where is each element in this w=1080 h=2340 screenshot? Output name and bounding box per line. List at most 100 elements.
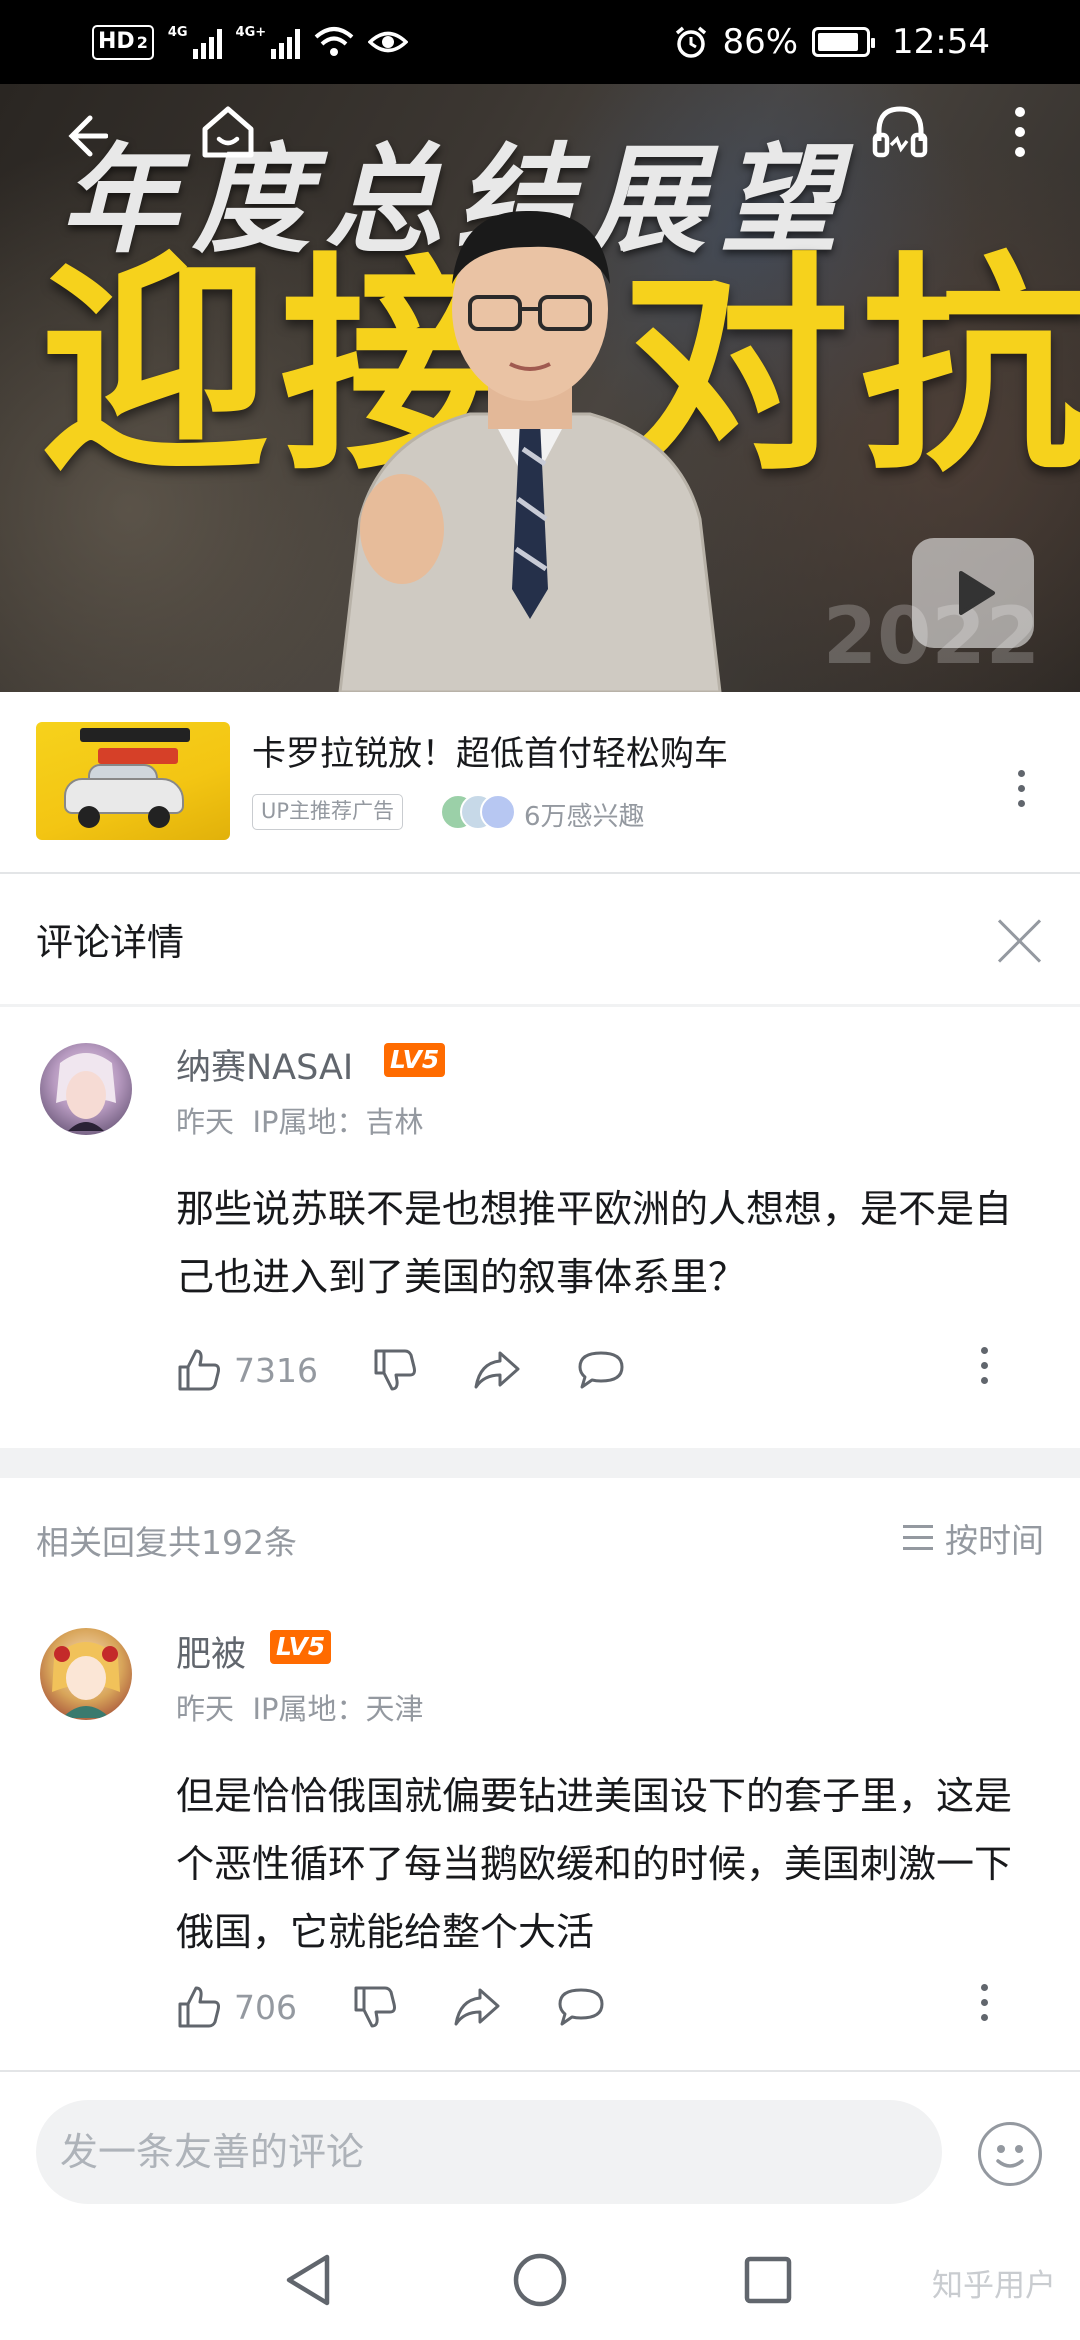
ad-more-button[interactable] bbox=[1016, 770, 1026, 807]
play-button[interactable] bbox=[912, 538, 1034, 648]
reply-ip-location: IP属地：天津 bbox=[252, 1692, 424, 1726]
comment-username[interactable]: 纳赛NASAI bbox=[176, 1039, 353, 1090]
headphones-icon bbox=[872, 106, 928, 158]
reply-button[interactable] bbox=[576, 1345, 626, 1395]
like-count: 7316 bbox=[234, 1350, 318, 1390]
wifi-icon bbox=[314, 27, 354, 56]
ad-interest-count: 6万感兴趣 bbox=[524, 802, 645, 832]
ad-title[interactable]: 卡罗拉锐放！超低首付轻松购车 bbox=[252, 726, 728, 775]
presenter-figure bbox=[338, 210, 722, 692]
ad-thumb-ribbon-red bbox=[98, 748, 178, 764]
ad-tag: UP主推荐广告 bbox=[252, 794, 404, 830]
eye-icon bbox=[368, 31, 409, 53]
thumbs-down-icon bbox=[374, 1349, 416, 1391]
share-button[interactable] bbox=[452, 1982, 502, 2032]
page-title: 评论详情 bbox=[36, 921, 184, 964]
reply-username[interactable]: 肥被 bbox=[176, 1626, 246, 1677]
comment-actions: 7316 bbox=[176, 1345, 1026, 1395]
play-icon bbox=[959, 571, 995, 615]
status-left: HD 2 4G 4G+ bbox=[92, 22, 409, 62]
emoji-button[interactable] bbox=[978, 2122, 1042, 2186]
dislike-button[interactable] bbox=[372, 1345, 418, 1395]
nav-recents-button[interactable] bbox=[732, 2244, 804, 2316]
comment-input-bar bbox=[0, 2070, 1080, 2220]
sort-button[interactable]: 按时间 bbox=[903, 1514, 1044, 1562]
reply-button[interactable] bbox=[556, 1982, 606, 2032]
status-bar: HD 2 4G 4G+ 86% 12:54 bbox=[0, 0, 1080, 84]
emoji-icon bbox=[996, 2145, 1024, 2168]
video-player[interactable]: 年度总结展望 迎接 对抗 2022 bbox=[0, 84, 1080, 692]
sort-icon bbox=[903, 1525, 933, 1551]
comment-input-wrapper[interactable] bbox=[36, 2100, 942, 2204]
like-button[interactable]: 7316 bbox=[176, 1345, 318, 1395]
main-comment: 纳赛NASAI LV5 昨天 IP属地：吉林 那些说苏联不是也想推平欧洲的人想想… bbox=[0, 1007, 1080, 1448]
hd-badge: HD 2 bbox=[92, 24, 154, 60]
avatar-image bbox=[56, 1053, 116, 1131]
comment-bubble-icon bbox=[578, 1351, 624, 1389]
share-button[interactable] bbox=[472, 1345, 522, 1395]
back-arrow-icon bbox=[68, 115, 108, 157]
alarm-icon bbox=[676, 26, 707, 58]
car-wheel bbox=[78, 806, 100, 828]
reply-time: 昨天 bbox=[176, 1692, 235, 1726]
like-count: 706 bbox=[234, 1987, 297, 2027]
share-icon bbox=[454, 1988, 500, 2026]
ad-thumb-ribbon bbox=[80, 728, 190, 742]
thumbs-up-icon bbox=[178, 1349, 220, 1391]
close-icon[interactable] bbox=[996, 916, 1044, 964]
home-button[interactable] bbox=[196, 100, 260, 164]
triangle-back-icon bbox=[286, 2254, 330, 2306]
sim2-label: 4G+ bbox=[235, 25, 267, 40]
comment-meta: 昨天 IP属地：吉林 bbox=[176, 1099, 424, 1141]
video-more-button[interactable] bbox=[1002, 100, 1038, 164]
like-button[interactable]: 706 bbox=[176, 1982, 297, 2032]
status-right: 86% 12:54 bbox=[674, 18, 990, 66]
more-icon bbox=[1017, 770, 1025, 777]
avatar[interactable] bbox=[40, 1043, 132, 1135]
section-gap bbox=[0, 1448, 1080, 1478]
battery-icon bbox=[812, 27, 876, 57]
avatar[interactable] bbox=[40, 1628, 132, 1720]
sim1-label: 4G bbox=[167, 25, 188, 40]
sim2-signal-icon: 4G+ bbox=[236, 25, 301, 59]
sim1-signal-icon: 4G bbox=[168, 25, 222, 59]
hd-label: HD bbox=[98, 28, 135, 54]
ad-thumbnail[interactable] bbox=[36, 722, 230, 840]
dislike-button[interactable] bbox=[352, 1982, 398, 2032]
reply-actions: 706 bbox=[176, 1982, 1026, 2032]
car-wheel bbox=[148, 806, 170, 828]
thumbs-down-icon bbox=[354, 1986, 396, 2028]
comment-more-button[interactable] bbox=[979, 1347, 989, 1384]
related-replies-bar: 相关回复共192条 按时间 bbox=[0, 1478, 1080, 1598]
related-reply-count: 相关回复共192条 bbox=[36, 1523, 297, 1562]
clock: 12:54 bbox=[892, 22, 990, 62]
comment-time: 昨天 bbox=[176, 1105, 235, 1139]
reply-more-button[interactable] bbox=[979, 1984, 989, 2021]
watermark: 知乎用户 bbox=[932, 2268, 1056, 2304]
reply-text: 但是恰恰俄国就偏要钻进美国设下的套子里，这是个恶性循环了每当鹅欧缓和的时候，美国… bbox=[176, 1774, 1013, 1954]
back-button[interactable] bbox=[52, 104, 116, 168]
comment-input[interactable] bbox=[60, 2100, 920, 2204]
comment-detail-header: 评论详情 bbox=[0, 874, 1080, 1004]
circle-home-icon bbox=[513, 2253, 567, 2307]
avatar bbox=[480, 794, 516, 830]
system-nav-bar: 知乎用户 bbox=[0, 2220, 1080, 2340]
reply-meta: 昨天 IP属地：天津 bbox=[176, 1686, 424, 1728]
share-icon bbox=[474, 1351, 520, 1389]
more-icon bbox=[1015, 107, 1025, 157]
more-icon bbox=[980, 1347, 988, 1354]
nav-back-button[interactable] bbox=[272, 2244, 344, 2316]
thumbs-up-icon bbox=[178, 1986, 220, 2028]
battery-percent: 86% bbox=[722, 22, 799, 62]
hd-sub: 2 bbox=[136, 32, 148, 52]
square-recents-icon bbox=[744, 2256, 792, 2304]
level-badge: LV5 bbox=[270, 1630, 332, 1664]
ad-row[interactable]: 卡罗拉锐放！超低首付轻松购车 UP主推荐广告 6万感兴趣 bbox=[0, 692, 1080, 872]
sort-label: 按时间 bbox=[945, 1521, 1044, 1560]
audio-mode-button[interactable] bbox=[868, 100, 932, 164]
more-icon bbox=[980, 1984, 988, 1991]
comment-text: 那些说苏联不是也想推平欧洲的人想想，是不是自己也进入到了美国的叙事体系里？ bbox=[176, 1187, 1013, 1299]
reply-comment: 肥被 LV5 昨天 IP属地：天津 但是恰恰俄国就偏要钻进美国设下的套子里，这是… bbox=[0, 1598, 1080, 2070]
nav-home-button[interactable] bbox=[504, 2244, 576, 2316]
comment-bubble-icon bbox=[558, 1988, 604, 2026]
